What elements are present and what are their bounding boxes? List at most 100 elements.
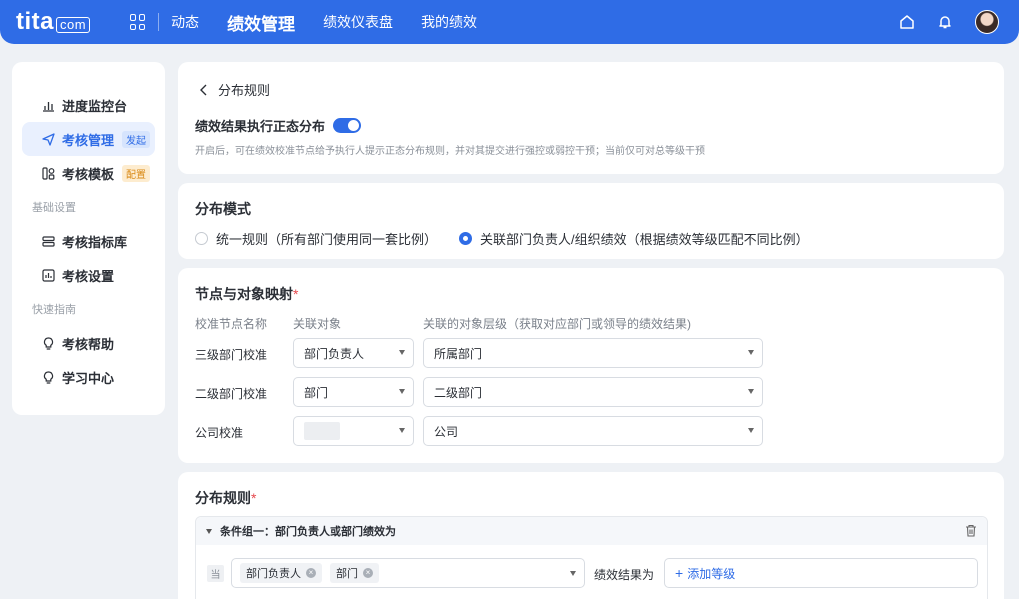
radio-unified-rule[interactable] bbox=[195, 232, 208, 245]
bulb-icon bbox=[43, 336, 54, 350]
bar-chart-icon bbox=[43, 101, 54, 112]
caret-down-icon bbox=[399, 428, 405, 433]
select-value: 所属部门 bbox=[434, 346, 483, 361]
condition-tags-select[interactable]: 部门负责人 × 部门 × bbox=[231, 558, 585, 588]
app-grid-icon[interactable] bbox=[130, 14, 146, 30]
condition-group-header[interactable]: 条件组一：部门负责人或部门绩效为 bbox=[196, 517, 987, 545]
node-name: 三级部门校准 bbox=[195, 348, 268, 362]
plus-icon: + bbox=[675, 565, 684, 581]
toggle-hint: 开启后，可在绩效校准节点给予执行人提示正态分布规则，并对其提交进行强控或弱控干预… bbox=[195, 146, 705, 157]
section-quick-guide: 快速指南 bbox=[32, 304, 76, 316]
nav-performance-dashboard[interactable]: 绩效仪表盘 bbox=[323, 12, 393, 32]
sidebar-item-label: 考核管理 bbox=[62, 132, 115, 148]
bell-icon[interactable] bbox=[937, 14, 953, 30]
condition-group-title: 条件组一：部门负责人或部门绩效为 bbox=[220, 526, 396, 538]
level-select[interactable]: 所属部门 bbox=[423, 338, 763, 368]
top-navbar: tita com 动态 绩效管理 绩效仪表盘 我的绩效 bbox=[0, 0, 1019, 44]
tag-label: 部门负责人 bbox=[246, 568, 301, 580]
section-title: 分布规则* bbox=[195, 488, 256, 508]
sidebar-item-label: 考核模板 bbox=[62, 166, 115, 182]
nav-my-performance[interactable]: 我的绩效 bbox=[421, 12, 477, 32]
sidebar-item-label: 考核设置 bbox=[62, 268, 115, 284]
sidebar-item-progress-monitor[interactable]: 进度监控台 bbox=[22, 88, 155, 122]
tag-item: 部门 × bbox=[330, 563, 379, 583]
col-linked-object: 关联对象 bbox=[293, 317, 342, 331]
sidebar-item-label: 进度监控台 bbox=[62, 98, 128, 114]
radio-label: 关联部门负责人/组织绩效（根据绩效等级匹配不同比例） bbox=[480, 232, 809, 247]
config-badge: 配置 bbox=[122, 164, 151, 182]
node-mapping-card: 节点与对象映射* 校准节点名称 关联对象 关联的对象层级（获取对应部门或领导的绩… bbox=[178, 268, 1004, 463]
sidebar-item-indicator-library[interactable]: 考核指标库 bbox=[22, 224, 155, 258]
condition-group: 条件组一：部门负责人或部门绩效为 当 部门负责人 × 部门 × 绩效结果为 + 添加等… bbox=[195, 516, 988, 599]
object-select[interactable] bbox=[293, 416, 414, 446]
nav-performance-management[interactable]: 绩效管理 bbox=[227, 10, 295, 35]
toggle-label: 绩效结果执行正态分布 bbox=[195, 119, 326, 134]
launch-badge: 发起 bbox=[122, 130, 151, 148]
page-title: 分布规则 bbox=[218, 83, 271, 98]
radio-label: 统一规则（所有部门使用同一套比例） bbox=[216, 232, 438, 247]
distribution-mode-card: 分布模式 统一规则（所有部门使用同一套比例） 关联部门负责人/组织绩效（根据绩效… bbox=[178, 183, 1004, 259]
sidebar-item-assessment-help[interactable]: 考核帮助 bbox=[22, 326, 155, 360]
user-avatar[interactable] bbox=[975, 10, 999, 34]
caret-down-icon bbox=[748, 389, 754, 394]
nav-activity[interactable]: 动态 bbox=[171, 12, 199, 32]
caret-down-icon bbox=[399, 350, 405, 355]
object-select[interactable]: 部门 bbox=[293, 377, 414, 407]
sidebar-item-learning-center[interactable]: 学习中心 bbox=[22, 360, 155, 394]
caret-down-icon bbox=[748, 350, 754, 355]
section-title: 分布模式 bbox=[195, 201, 251, 217]
select-value: 部门负责人 bbox=[304, 346, 365, 361]
sidebar-item-label: 学习中心 bbox=[62, 370, 115, 386]
send-icon bbox=[42, 132, 55, 146]
sidebar-item-assessment-management[interactable]: 考核管理 发起 bbox=[22, 122, 155, 156]
tita-logo[interactable]: tita com bbox=[16, 8, 91, 36]
tag-label: 部门 bbox=[336, 568, 358, 580]
distribution-rules-card: 分布规则* 条件组一：部门负责人或部门绩效为 当 部门负责人 × 部门 × 绩效结果… bbox=[178, 472, 1004, 599]
header-card: 分布规则 绩效结果执行正态分布 开启后，可在绩效校准节点给予执行人提示正态分布规… bbox=[178, 62, 1004, 174]
trash-icon[interactable] bbox=[965, 524, 977, 537]
blurred-value bbox=[304, 422, 340, 440]
caret-down-icon bbox=[748, 428, 754, 433]
required-mark: * bbox=[251, 490, 257, 506]
normal-distribution-toggle[interactable] bbox=[333, 118, 362, 133]
object-select[interactable]: 部门负责人 bbox=[293, 338, 414, 368]
tag-item: 部门负责人 × bbox=[240, 563, 322, 583]
settings-icon bbox=[42, 268, 55, 282]
sidebar-item-label: 考核帮助 bbox=[62, 336, 115, 352]
indicator-library-icon bbox=[42, 235, 55, 247]
node-name: 公司校准 bbox=[195, 426, 244, 440]
select-value: 二级部门 bbox=[434, 385, 483, 400]
level-select[interactable]: 公司 bbox=[423, 416, 763, 446]
section-basic-settings: 基础设置 bbox=[32, 202, 76, 214]
sidebar-item-label: 考核指标库 bbox=[62, 234, 128, 250]
chevron-left-icon bbox=[200, 84, 207, 95]
logo-domain: com bbox=[56, 17, 91, 33]
caret-down-icon bbox=[399, 389, 405, 394]
sidebar: 进度监控台 考核管理 发起 考核模板 配置 基础设置 考核指标库 考核设置 快速… bbox=[12, 62, 165, 415]
section-title-text: 节点与对象映射 bbox=[195, 286, 293, 302]
add-level-button[interactable]: + 添加等级 bbox=[664, 558, 978, 588]
col-object-level: 关联的对象层级（获取对应部门或领导的绩效结果) bbox=[423, 317, 691, 331]
bulb-icon bbox=[43, 370, 54, 384]
normal-distribution-setting: 绩效结果执行正态分布 bbox=[195, 116, 362, 135]
radio-linked-rule[interactable] bbox=[459, 232, 473, 245]
level-select[interactable]: 二级部门 bbox=[423, 377, 763, 407]
sidebar-item-assessment-settings[interactable]: 考核设置 bbox=[22, 258, 155, 292]
when-label: 当 bbox=[207, 565, 224, 582]
collapse-icon[interactable] bbox=[206, 528, 212, 534]
back-button[interactable]: 分布规则 bbox=[198, 80, 270, 99]
mode-radio-group: 统一规则（所有部门使用同一套比例） 关联部门负责人/组织绩效（根据绩效等级匹配不… bbox=[195, 229, 831, 248]
add-level-label: 添加等级 bbox=[687, 566, 736, 581]
required-mark: * bbox=[293, 286, 299, 302]
section-title-text: 分布规则 bbox=[195, 490, 251, 506]
nav-divider bbox=[158, 13, 160, 31]
select-value: 公司 bbox=[434, 424, 459, 439]
remove-tag-icon[interactable]: × bbox=[306, 568, 316, 578]
select-value: 部门 bbox=[304, 385, 329, 400]
template-icon bbox=[42, 166, 55, 180]
home-icon[interactable] bbox=[899, 14, 915, 30]
logo-text: tita bbox=[16, 8, 54, 35]
sidebar-item-assessment-template[interactable]: 考核模板 配置 bbox=[22, 156, 155, 190]
col-node-name: 校准节点名称 bbox=[195, 317, 268, 331]
remove-tag-icon[interactable]: × bbox=[363, 568, 373, 578]
